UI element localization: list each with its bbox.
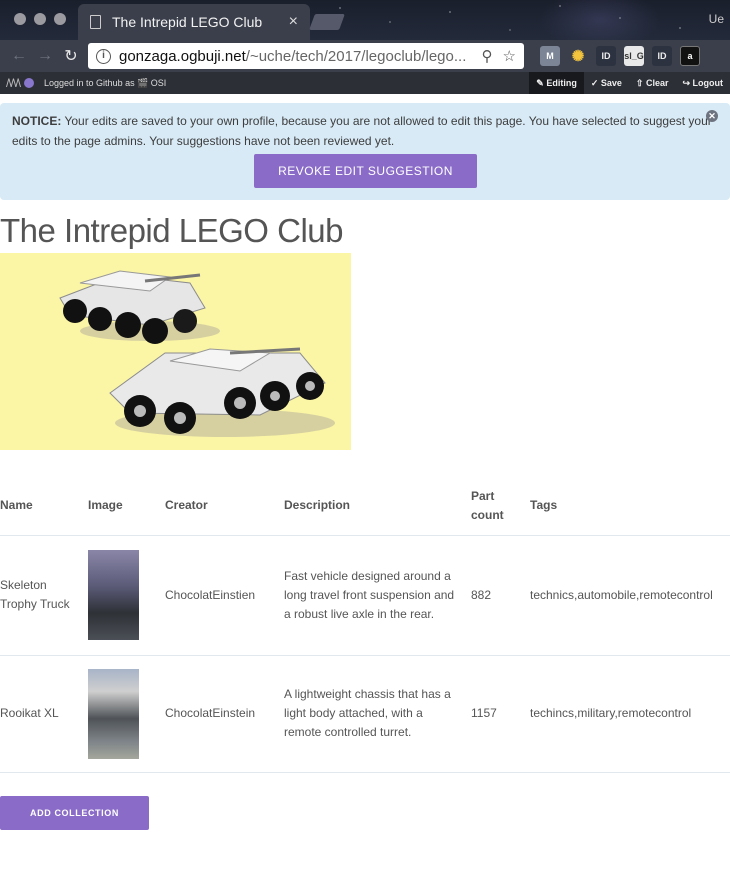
window-minimize-icon[interactable] <box>34 13 46 25</box>
browser-toolbar: ← → ↻ i gonzaga.ogbuji.net/~uche/tech/20… <box>0 40 730 72</box>
theme-background <box>300 0 730 40</box>
window-close-icon[interactable] <box>14 13 26 25</box>
url-text[interactable]: gonzaga.ogbuji.net/~uche/tech/2017/legoc… <box>119 48 472 65</box>
cell-name: Rooikat XL <box>0 654 88 773</box>
cell-description: A lightweight chassis that has a light b… <box>284 654 471 773</box>
vehicle-thumbnail <box>88 668 139 759</box>
header-description: Description <box>284 498 351 513</box>
clear-button[interactable]: ⇧ Clear <box>629 72 676 94</box>
header-image: Image <box>88 498 123 513</box>
zoom-icon[interactable]: ⚲ <box>482 47 493 65</box>
save-button[interactable]: ✓ Save <box>584 72 629 94</box>
revoke-edit-suggestion-button[interactable]: REVOKE EDIT SUGGESTION <box>254 154 477 188</box>
lego-vehicles-illustration <box>59 270 335 437</box>
editing-button[interactable]: ✎ Editing <box>529 72 584 94</box>
table-row: Rooikat XL ChocolatEinstein A lightweigh… <box>0 654 730 773</box>
extension-mail-icon[interactable]: M <box>540 46 560 66</box>
close-icon[interactable]: ✕ <box>706 110 718 122</box>
header-name: Name <box>0 498 33 513</box>
window-maximize-icon[interactable] <box>54 13 66 25</box>
logo-dot-icon <box>24 78 35 88</box>
forward-arrow-icon[interactable]: → <box>32 43 58 69</box>
cell-creator: ChocolatEinstein <box>165 654 284 773</box>
collection-table: Name Image Creator Description Part coun… <box>0 477 730 773</box>
hero-image <box>0 253 351 450</box>
cell-creator: ChocolatEinstien <box>165 534 284 655</box>
browser-tab[interactable]: The Intrepid LEGO Club × <box>78 4 310 40</box>
cell-tags: technics,automobile,remotecontrol <box>530 534 730 655</box>
info-icon[interactable]: i <box>96 48 111 64</box>
table-row: Skeleton Trophy Truck ChocolatEinstien F… <box>0 534 730 655</box>
document-icon <box>90 15 101 29</box>
back-arrow-icon[interactable]: ← <box>6 43 32 69</box>
page-title: The Intrepid LEGO Club <box>0 212 344 249</box>
cell-tags: techincs,military,remotecontrol <box>530 654 730 773</box>
notice-text: Your edits are saved to your own profile… <box>12 114 712 148</box>
cell-part-count: 882 <box>471 534 530 655</box>
logout-button[interactable]: ↪ Logout <box>675 72 730 94</box>
extension-amazon-icon[interactable]: a <box>680 46 700 66</box>
header-part-count: Part count <box>471 488 504 522</box>
cell-name: Skeleton Trophy Truck <box>0 534 88 655</box>
notice-label: NOTICE: <box>12 114 62 128</box>
reload-icon[interactable]: ↻ <box>58 43 84 69</box>
notice-banner: NOTICE: Your edits are saved to your own… <box>0 103 730 200</box>
url-host: gonzaga.ogbuji.net <box>119 47 246 65</box>
header-creator: Creator <box>165 498 208 513</box>
extension-slg-icon[interactable]: sl_G <box>624 46 644 66</box>
vehicle-thumbnail <box>88 550 139 640</box>
bookmark-star-icon[interactable]: ☆ <box>503 47 516 65</box>
table-header-row: Name Image Creator Description Part coun… <box>0 477 730 535</box>
address-bar[interactable]: i gonzaga.ogbuji.net/~uche/tech/2017/leg… <box>88 43 524 69</box>
edit-toolbar: /\/\/\ Logged in to Github as 🎬 OSI ✎ Ed… <box>0 72 730 94</box>
site-logo[interactable]: /\/\/\ <box>6 76 21 90</box>
add-collection-button[interactable]: ADD COLLECTION <box>0 796 149 830</box>
header-tags: Tags <box>530 498 558 513</box>
cell-part-count: 1157 <box>471 654 530 773</box>
new-tab-button[interactable] <box>309 14 345 30</box>
tab-close-icon[interactable]: × <box>289 13 298 31</box>
login-status: Logged in to Github as 🎬 OSI <box>44 77 167 88</box>
extension-sun-icon[interactable]: ✺ <box>568 46 588 66</box>
extension-id-icon[interactable]: ID <box>596 46 616 66</box>
tab-title: The Intrepid LEGO Club <box>112 14 263 30</box>
extension-id2-icon[interactable]: ID <box>652 46 672 66</box>
browser-titlebar: The Intrepid LEGO Club × Ue <box>0 0 730 40</box>
url-path: /~uche/tech/2017/legoclub/lego... <box>245 47 467 65</box>
profile-button[interactable]: Ue <box>709 12 724 26</box>
cell-description: Fast vehicle designed around a long trav… <box>284 534 471 655</box>
